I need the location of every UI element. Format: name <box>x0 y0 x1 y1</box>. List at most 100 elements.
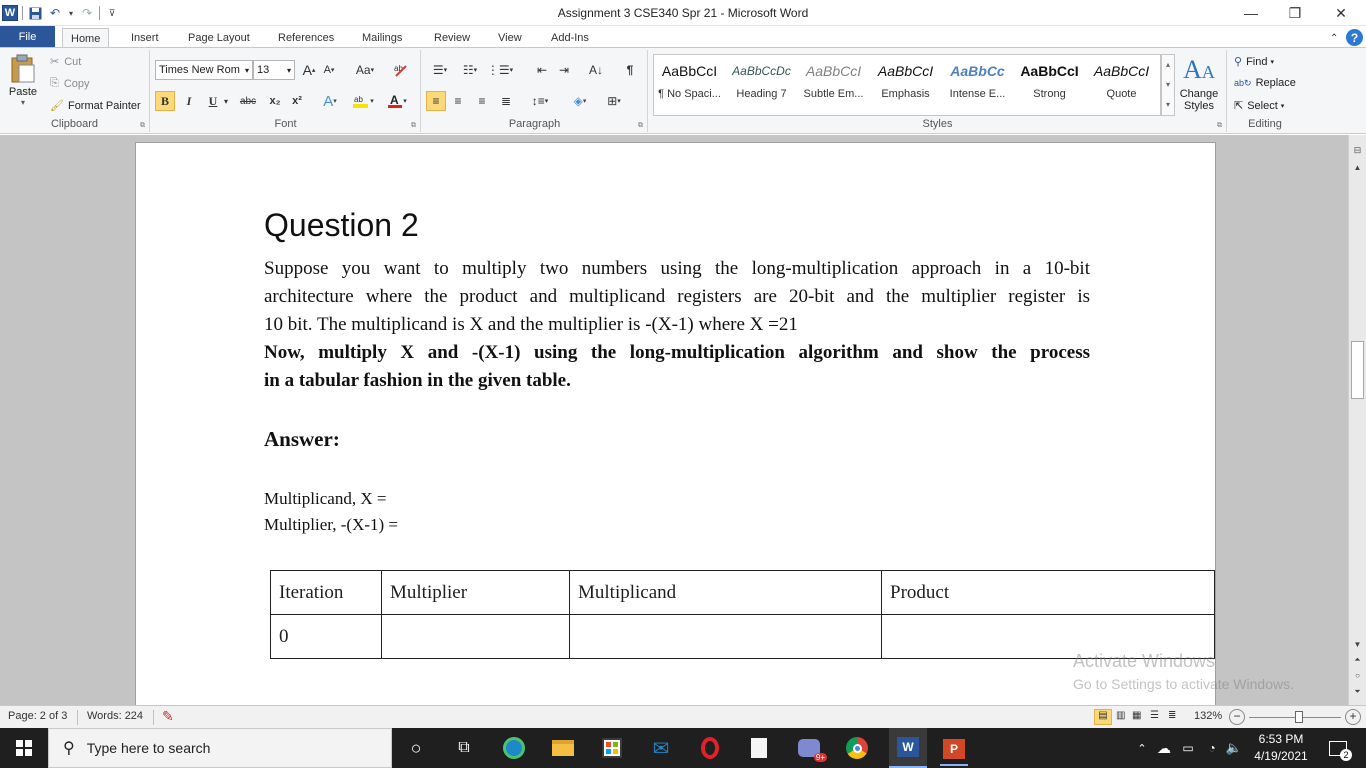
paste-button[interactable]: Paste ▾ <box>6 54 40 114</box>
table-header-cell[interactable]: Product <box>881 570 1215 615</box>
superscript-button[interactable]: x² <box>287 91 307 111</box>
subscript-button[interactable]: x₂ <box>265 91 285 111</box>
outline-view-icon[interactable]: ☰ <box>1150 710 1159 721</box>
format-painter-button[interactable]: 🖌 Format Painter <box>50 99 141 113</box>
document-page[interactable]: Question 2 Suppose you want to multiply … <box>135 142 1216 705</box>
clear-formatting-icon[interactable]: ab <box>391 60 411 80</box>
tab-view[interactable]: View <box>490 28 530 48</box>
tab-file[interactable]: File <box>0 26 55 48</box>
tab-mailings[interactable]: Mailings <box>354 28 410 48</box>
dialog-launcher-icon[interactable]: ⧉ <box>140 122 145 130</box>
table-cell[interactable] <box>381 614 570 659</box>
style-no-spacing[interactable]: AaBbCcI ¶ No Spaci... <box>654 54 725 114</box>
scroll-thumb[interactable] <box>1351 341 1364 399</box>
previous-page-icon[interactable]: ⏶ <box>1349 655 1366 667</box>
windows-start-icon[interactable] <box>10 734 38 762</box>
tab-add-ins[interactable]: Add-Ins <box>543 28 597 48</box>
font-size-combobox[interactable]: 13 ▾ <box>253 60 295 80</box>
tab-references[interactable]: References <box>270 28 342 48</box>
document-area[interactable]: Question 2 Suppose you want to multiply … <box>0 135 1348 705</box>
cut-button[interactable]: ✂ Cut <box>50 55 81 69</box>
taskbar-search-box[interactable]: ⚲ Type here to search <box>48 728 392 768</box>
minimize-ribbon-icon[interactable]: ⌃ <box>1322 28 1346 48</box>
proofing-icon[interactable]: ✎ <box>162 708 174 725</box>
style-quote[interactable]: AaBbCcI Quote <box>1086 54 1157 114</box>
dialog-launcher-icon[interactable]: ⧉ <box>638 122 643 130</box>
edge-icon[interactable] <box>500 734 528 762</box>
word-taskbar-icon[interactable]: W <box>889 728 927 768</box>
borders-icon[interactable]: ⊞ ▾ <box>600 91 628 111</box>
align-center-icon[interactable]: ≡ <box>448 91 468 111</box>
text-effects-icon[interactable]: A ▾ <box>317 91 343 111</box>
ruler-toggle-icon[interactable]: ⊟ <box>1351 145 1364 158</box>
multilevel-list-icon[interactable]: ⋮☰ ▾ <box>486 60 514 80</box>
font-color-icon[interactable]: A ▾ <box>383 91 411 111</box>
discord-icon[interactable]: 9+ <box>795 734 827 762</box>
italic-button[interactable]: I <box>179 91 199 111</box>
tab-page-layout[interactable]: Page Layout <box>180 28 258 48</box>
help-icon[interactable]: ? <box>1346 29 1363 46</box>
tab-home[interactable]: Home <box>62 28 110 49</box>
page-indicator[interactable]: Page: 2 of 3 <box>8 710 67 722</box>
scroll-down-arrow-icon[interactable]: ▼ <box>1349 640 1366 652</box>
word-count[interactable]: Words: 224 <box>87 710 143 722</box>
answer-table[interactable]: Iteration Multiplier Multiplicand Produc… <box>270 570 1215 659</box>
bold-button[interactable]: B <box>155 91 175 111</box>
next-page-icon[interactable]: ⏷ <box>1349 687 1366 699</box>
file-explorer-icon[interactable] <box>549 734 577 762</box>
strikethrough-button[interactable]: abc <box>235 91 261 111</box>
vertical-scrollbar[interactable]: ⊟ ▲ ▼ ⏶ ○ ⏷ <box>1348 135 1366 705</box>
line-spacing-icon[interactable]: ↕≡ ▾ <box>526 91 554 111</box>
table-header-cell[interactable]: Multiplicand <box>569 570 882 615</box>
grow-font-button[interactable]: A ▴ <box>299 60 319 80</box>
dialog-launcher-icon[interactable]: ⧉ <box>411 122 416 130</box>
table-header-cell[interactable]: Multiplier <box>381 570 570 615</box>
align-right-icon[interactable]: ≡ <box>472 91 492 111</box>
full-screen-reading-icon[interactable]: ▥ <box>1116 710 1125 721</box>
shrink-font-button[interactable]: A ▾ <box>319 60 339 80</box>
numbering-icon[interactable]: ☷ ▾ <box>456 60 484 80</box>
style-strong[interactable]: AaBbCcI Strong <box>1014 54 1085 114</box>
tab-insert[interactable]: Insert <box>123 28 167 48</box>
minimize-button[interactable]: — <box>1228 0 1274 26</box>
draft-view-icon[interactable]: ≣ <box>1168 710 1176 721</box>
align-left-icon[interactable]: ≡ <box>426 91 446 111</box>
browse-object-icon[interactable]: ○ <box>1349 671 1366 683</box>
zoom-out-icon[interactable]: − <box>1229 709 1245 725</box>
show-paragraph-marks-icon[interactable]: ¶ <box>620 60 640 80</box>
decrease-indent-icon[interactable]: ⇤ <box>532 60 552 80</box>
highlight-color-icon[interactable]: ab ▾ <box>349 91 377 111</box>
volume-icon[interactable]: 🔈 <box>1220 734 1248 762</box>
tab-review[interactable]: Review <box>426 28 478 48</box>
gallery-scroll[interactable]: ▴ ▾ ▾ <box>1161 54 1175 116</box>
taskbar-clock[interactable]: 6:53 PM 4/19/2021 <box>1250 732 1312 763</box>
style-emphasis[interactable]: AaBbCcI Emphasis <box>870 54 941 114</box>
scroll-up-arrow-icon[interactable]: ▲ <box>1349 163 1366 175</box>
powerpoint-icon[interactable]: P <box>940 734 968 766</box>
font-name-combobox[interactable]: Times New Rom ▾ <box>155 60 253 80</box>
sort-icon[interactable]: A↓ <box>586 60 606 80</box>
table-cell[interactable] <box>569 614 882 659</box>
copy-button[interactable]: ⎘ Copy <box>50 77 90 90</box>
bullets-icon[interactable]: ☰ ▾ <box>426 60 454 80</box>
notepad-icon[interactable] <box>745 734 773 762</box>
shading-icon[interactable]: ◈ ▾ <box>566 91 594 111</box>
zoom-level[interactable]: 132% <box>1194 710 1222 722</box>
change-case-button[interactable]: Aa ▾ <box>351 60 379 80</box>
change-styles-button[interactable]: AA Change Styles <box>1177 54 1221 118</box>
cortana-icon[interactable]: ○ <box>402 734 430 762</box>
action-center-icon[interactable]: 2 <box>1324 734 1352 762</box>
increase-indent-icon[interactable]: ⇥ <box>554 60 574 80</box>
chrome-icon[interactable] <box>843 734 871 762</box>
print-layout-view-icon[interactable]: ▤ <box>1094 709 1112 725</box>
mail-icon[interactable]: ✉ <box>647 734 675 762</box>
table-header-cell[interactable]: Iteration <box>270 570 382 615</box>
table-cell[interactable]: 0 <box>270 614 382 659</box>
style-heading-7[interactable]: AaBbCcDc Heading 7 <box>726 54 797 114</box>
restore-button[interactable]: ❐ <box>1272 0 1318 26</box>
select-button[interactable]: ⇱ Select ▾ <box>1234 99 1284 113</box>
chevron-down-icon[interactable]: ▾ <box>221 91 231 111</box>
justify-icon[interactable]: ≣ <box>496 91 516 111</box>
underline-button[interactable]: U <box>203 91 223 111</box>
style-subtle-emphasis[interactable]: AaBbCcI Subtle Em... <box>798 54 869 114</box>
